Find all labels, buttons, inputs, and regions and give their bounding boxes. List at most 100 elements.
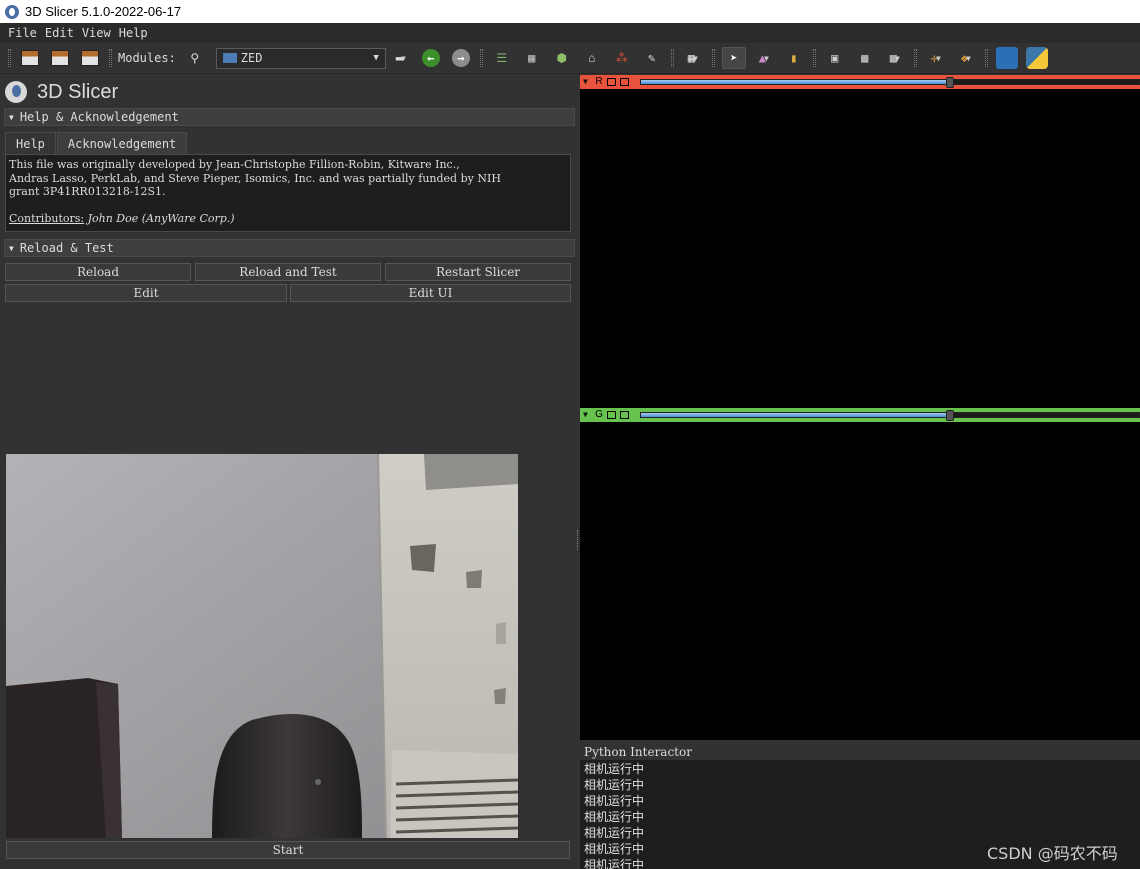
python-icon xyxy=(1025,47,1048,69)
back-arrow-icon: ← xyxy=(421,49,440,67)
green-slice-controller: ▼ G xyxy=(580,408,1140,422)
pointer-mode-button[interactable]: ➤ xyxy=(721,47,746,69)
contributors-line: Contributors: John Doe (AnyWare Corp.) xyxy=(9,212,567,226)
help-tabs: Help Acknowledgement xyxy=(5,132,188,154)
link-icon[interactable] xyxy=(607,411,616,419)
menu-help[interactable]: Help xyxy=(119,26,148,40)
slider-handle[interactable] xyxy=(945,410,954,421)
crosshair-button[interactable]: ✛ ▼ xyxy=(924,47,948,69)
chevron-down-icon: ▼ xyxy=(936,53,941,63)
ack-line: This file was originally developed by Je… xyxy=(9,158,460,171)
window-title: 3D Slicer 5.1.0-2022-06-17 xyxy=(25,4,182,19)
acknowledgement-text: This file was originally developed by Je… xyxy=(5,154,571,232)
models-icon: ⬢ xyxy=(556,51,568,65)
slider-handle[interactable] xyxy=(945,77,954,88)
toolbar-grip[interactable] xyxy=(913,49,917,67)
help-section-title: Help & Acknowledgement xyxy=(19,110,179,124)
ack-line: Andras Lasso, PerkLab, and Steve Pieper,… xyxy=(9,171,501,185)
red-slice-label: R xyxy=(595,76,603,87)
console-line: 相机运行中 xyxy=(584,762,645,776)
contributors-label: Contributors: xyxy=(9,211,85,225)
menu-view[interactable]: View xyxy=(82,26,111,40)
pin-icon[interactable]: ▼ xyxy=(583,411,591,419)
toolbar-grip[interactable] xyxy=(984,49,988,67)
edit-button[interactable]: Edit xyxy=(5,284,287,302)
reload-and-test-button[interactable]: Reload and Test xyxy=(195,263,381,281)
window-title-bar: 3D Slicer 5.1.0-2022-06-17 xyxy=(0,0,1140,23)
layout-button[interactable]: ▦ ▼ xyxy=(681,47,705,69)
red-slice-view[interactable] xyxy=(580,89,1140,408)
pin-icon[interactable]: ▼ xyxy=(583,78,591,86)
red-slice-offset-slider[interactable] xyxy=(640,77,1140,88)
green-slice-offset-slider[interactable] xyxy=(640,410,1140,421)
load-dicom-button[interactable] xyxy=(48,47,72,69)
edit-ui-button[interactable]: Edit UI xyxy=(290,284,571,302)
python-console-button[interactable] xyxy=(1025,47,1049,69)
toolbar-grip[interactable] xyxy=(812,49,816,67)
watermark: CSDN @码农不码 xyxy=(987,844,1118,863)
maximize-view-icon[interactable] xyxy=(620,78,629,86)
toolbar-grip[interactable] xyxy=(8,49,11,67)
link-icon[interactable] xyxy=(607,78,616,86)
module-selected-value: ZED xyxy=(240,51,263,65)
toolbar-grip[interactable] xyxy=(479,49,483,67)
console-line: 相机运行中 xyxy=(584,794,645,808)
help-section-header[interactable]: ▼ Help & Acknowledgement xyxy=(4,108,575,126)
forward-arrow-icon: → xyxy=(451,49,470,67)
module-history-button[interactable]: ▬ ▼ xyxy=(389,47,413,69)
start-button[interactable]: Start xyxy=(6,841,570,859)
menu-bar: File Edit View Help xyxy=(0,23,1140,43)
module-panel: 3D Slicer ▼ Help & Acknowledgement Help … xyxy=(0,75,579,869)
module-search-button[interactable]: ⚲ xyxy=(183,47,207,69)
toolbar-grip[interactable] xyxy=(670,49,674,67)
data-module-button[interactable]: ☰ xyxy=(490,47,514,69)
volumes-icon: ▦ xyxy=(528,51,536,65)
screen-capture-icon: ▣ xyxy=(831,51,839,65)
extensions-button[interactable]: ❖ ▼ xyxy=(954,47,978,69)
console-line: 相机运行中 xyxy=(584,810,645,824)
markups-button[interactable]: ⁂ xyxy=(610,47,634,69)
reload-section-title: Reload & Test xyxy=(19,241,114,255)
restart-slicer-button[interactable]: Restart Slicer xyxy=(385,263,571,281)
menu-edit[interactable]: Edit xyxy=(45,26,74,40)
scene-view-button[interactable]: ▩ xyxy=(853,47,877,69)
camera-scene xyxy=(6,454,518,838)
reload-section-header[interactable]: ▼ Reload & Test xyxy=(4,239,575,257)
transforms-button[interactable]: ⌂ xyxy=(580,47,604,69)
module-icon xyxy=(222,53,237,63)
data-icon xyxy=(21,50,39,66)
back-button[interactable]: ← xyxy=(419,47,443,69)
editor-button[interactable]: ✎ xyxy=(640,47,664,69)
slice-views: ▼ R ▼ G xyxy=(580,75,1140,740)
fiducial-place-button[interactable]: ▲ ▼ xyxy=(752,47,776,69)
extension-manager-button[interactable] xyxy=(995,47,1019,69)
reload-button[interactable]: Reload xyxy=(5,263,191,281)
chevron-down-icon: ▼ xyxy=(401,53,406,63)
tab-help[interactable]: Help xyxy=(5,132,56,154)
collapse-triangle-icon: ▼ xyxy=(9,243,14,253)
menu-file[interactable]: File xyxy=(8,26,37,40)
volumes-button[interactable]: ▦ xyxy=(520,47,544,69)
save-button[interactable] xyxy=(78,47,102,69)
markups-icon: ⁂ xyxy=(615,51,628,65)
console-line: 相机运行中 xyxy=(584,778,645,792)
tab-acknowledgement[interactable]: Acknowledgement xyxy=(56,132,188,154)
load-data-button[interactable] xyxy=(18,47,42,69)
module-panel-header: 3D Slicer xyxy=(5,79,118,105)
save-icon xyxy=(81,50,99,66)
toolbar-grip[interactable] xyxy=(109,49,112,67)
window-level-button[interactable]: ▮ xyxy=(782,47,806,69)
green-slice-view[interactable] xyxy=(580,422,1140,740)
models-button[interactable]: ⬢ xyxy=(550,47,574,69)
chevron-down-icon: ▼ xyxy=(966,53,971,63)
maximize-view-icon[interactable] xyxy=(620,411,629,419)
chevron-down-icon: ▼ xyxy=(895,53,900,63)
chevron-down-icon: ▼ xyxy=(373,52,379,63)
forward-button[interactable]: → xyxy=(449,47,473,69)
toolbar-grip[interactable] xyxy=(711,49,715,67)
scene-view-menu-button[interactable]: ▩ ▼ xyxy=(883,47,907,69)
chevron-down-icon: ▼ xyxy=(764,53,769,63)
screen-capture-button[interactable]: ▣ xyxy=(823,47,847,69)
green-slice-label: G xyxy=(595,409,603,420)
module-selector[interactable]: ZED ▼ xyxy=(215,47,386,69)
